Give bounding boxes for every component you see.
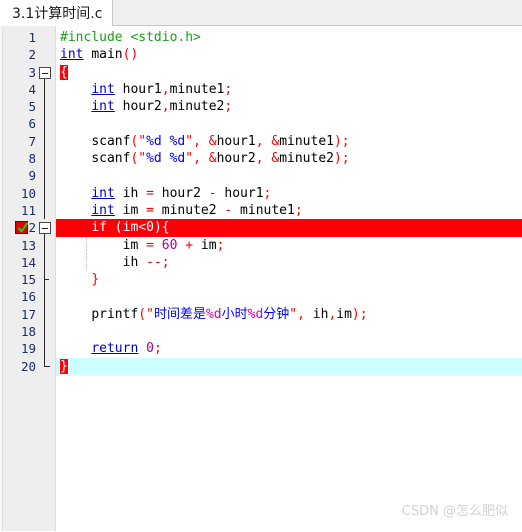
- line-content: int im = minute2 - minute1;: [91, 202, 303, 218]
- fold-guide-line: [44, 115, 45, 133]
- fold-minus-icon[interactable]: [39, 222, 51, 235]
- fold-column[interactable]: [36, 167, 55, 185]
- line-number: 15: [20, 272, 36, 288]
- fold-column[interactable]: [36, 98, 55, 116]
- code-line[interactable]: 7 scanf("%d %d", &hour1, &minute1);: [0, 132, 522, 151]
- fold-column[interactable]: [36, 201, 55, 220]
- line-content: {: [56, 64, 522, 81]
- fold-column[interactable]: [36, 219, 55, 237]
- code-line[interactable]: 2 int main(): [0, 46, 522, 63]
- fold-column[interactable]: [36, 288, 55, 306]
- fold-column[interactable]: [36, 132, 55, 151]
- line-content: #include <stdio.h>: [60, 30, 201, 45]
- fold-guide-line: [44, 201, 45, 220]
- matching-brace: {: [60, 64, 68, 80]
- fold-column[interactable]: [36, 46, 55, 63]
- line-content: ih --;: [122, 254, 170, 270]
- fold-guide-line: [44, 323, 45, 341]
- line-number: 6: [28, 116, 36, 132]
- fold-guide-line: [44, 167, 45, 185]
- code-editor-window: 3.1计算时间.c 1 #include <stdio.h> 2 int mai…: [0, 0, 522, 532]
- tab-bar: 3.1计算时间.c: [0, 0, 522, 26]
- fold-column[interactable]: [36, 64, 55, 81]
- line-content: return 0;: [91, 341, 162, 357]
- line-number: 8: [28, 151, 36, 167]
- watermark: CSDN @怎么肥似: [401, 504, 508, 519]
- fold-column[interactable]: [36, 271, 55, 289]
- fold-guide-line: [44, 184, 45, 202]
- line-content: im = 60 + im;: [122, 237, 225, 253]
- code-line[interactable]: 8 scanf("%d %d", &hour2, &minute2);: [0, 150, 522, 168]
- line-content: scanf("%d %d", &hour2, &minute2);: [91, 151, 350, 167]
- fold-column[interactable]: [36, 150, 55, 168]
- line-number: 10: [20, 185, 36, 201]
- tab-label: 3.1计算时间.c: [12, 6, 103, 22]
- line-content: if (im<0){: [91, 220, 170, 236]
- fold-column[interactable]: [36, 340, 55, 358]
- fold-minus-icon[interactable]: [39, 66, 51, 79]
- line-number: 11: [20, 202, 36, 218]
- line-content: int main(): [60, 47, 139, 63]
- code-line[interactable]: 3 {: [0, 64, 522, 81]
- line-number: 9: [28, 168, 36, 184]
- line-content: }: [91, 272, 100, 288]
- tab-source-file[interactable]: 3.1计算时间.c: [0, 0, 114, 26]
- line-content: printf("时间差是%d小时%d分钟", ih,im);: [91, 306, 368, 322]
- line-number: 3: [28, 64, 36, 80]
- line-number: 17: [20, 306, 36, 322]
- line-number: 1: [28, 30, 36, 45]
- code-line-breakpoint[interactable]: 12 if (im<0){: [0, 219, 522, 237]
- fold-column[interactable]: [36, 184, 55, 202]
- fold-column[interactable]: [36, 305, 55, 324]
- line-number: 16: [20, 289, 36, 305]
- code-line[interactable]: 1 #include <stdio.h>: [0, 29, 522, 46]
- code-line[interactable]: 9: [0, 167, 522, 185]
- line-number: 19: [20, 341, 36, 357]
- line-number: 2: [28, 47, 36, 63]
- line-number: 20: [20, 358, 36, 374]
- code-lines: 1 #include <stdio.h> 2 int main() 3 {4 …: [0, 26, 522, 375]
- fold-end-tick: [44, 279, 49, 281]
- line-content: int hour1,minute1;: [91, 81, 233, 97]
- fold-end-corner: [44, 357, 50, 367]
- line-number: 4: [28, 81, 36, 97]
- line-content: int hour2,minute2;: [91, 99, 233, 115]
- fold-guide-line: [44, 305, 45, 324]
- fold-column[interactable]: [36, 29, 55, 46]
- code-line[interactable]: 10 int ih = hour2 - hour1;: [0, 184, 522, 202]
- line-content: int ih = hour2 - hour1;: [91, 185, 272, 201]
- code-line-current[interactable]: 20 }: [0, 357, 522, 375]
- fold-column[interactable]: [36, 80, 55, 99]
- fold-column[interactable]: [36, 357, 55, 375]
- line-number: 7: [28, 133, 36, 149]
- fold-guide-line: [44, 98, 45, 116]
- line-content: }: [56, 358, 522, 375]
- fold-column[interactable]: [36, 115, 55, 133]
- line-content: [56, 288, 522, 305]
- matching-brace: }: [60, 358, 68, 374]
- line-content: [56, 167, 522, 184]
- fold-guide-line: [44, 80, 45, 99]
- line-number: 18: [20, 324, 36, 340]
- code-line[interactable]: 19 return 0;: [0, 340, 522, 358]
- code-line[interactable]: 11 int im = minute2 - minute1;: [0, 201, 522, 220]
- breakpoint-check-icon[interactable]: [15, 221, 29, 235]
- fold-guide-line: [44, 340, 45, 358]
- fold-column[interactable]: [36, 323, 55, 341]
- fold-guide-line: [44, 150, 45, 168]
- line-content: [56, 115, 522, 132]
- editor-area[interactable]: 1 #include <stdio.h> 2 int main() 3 {4 …: [0, 26, 522, 531]
- line-number: 5: [28, 99, 36, 115]
- fold-guide-line: [44, 132, 45, 151]
- line-content: [56, 323, 522, 340]
- line-content: scanf("%d %d", &hour1, &minute1);: [91, 133, 350, 149]
- fold-guide-line: [44, 288, 45, 306]
